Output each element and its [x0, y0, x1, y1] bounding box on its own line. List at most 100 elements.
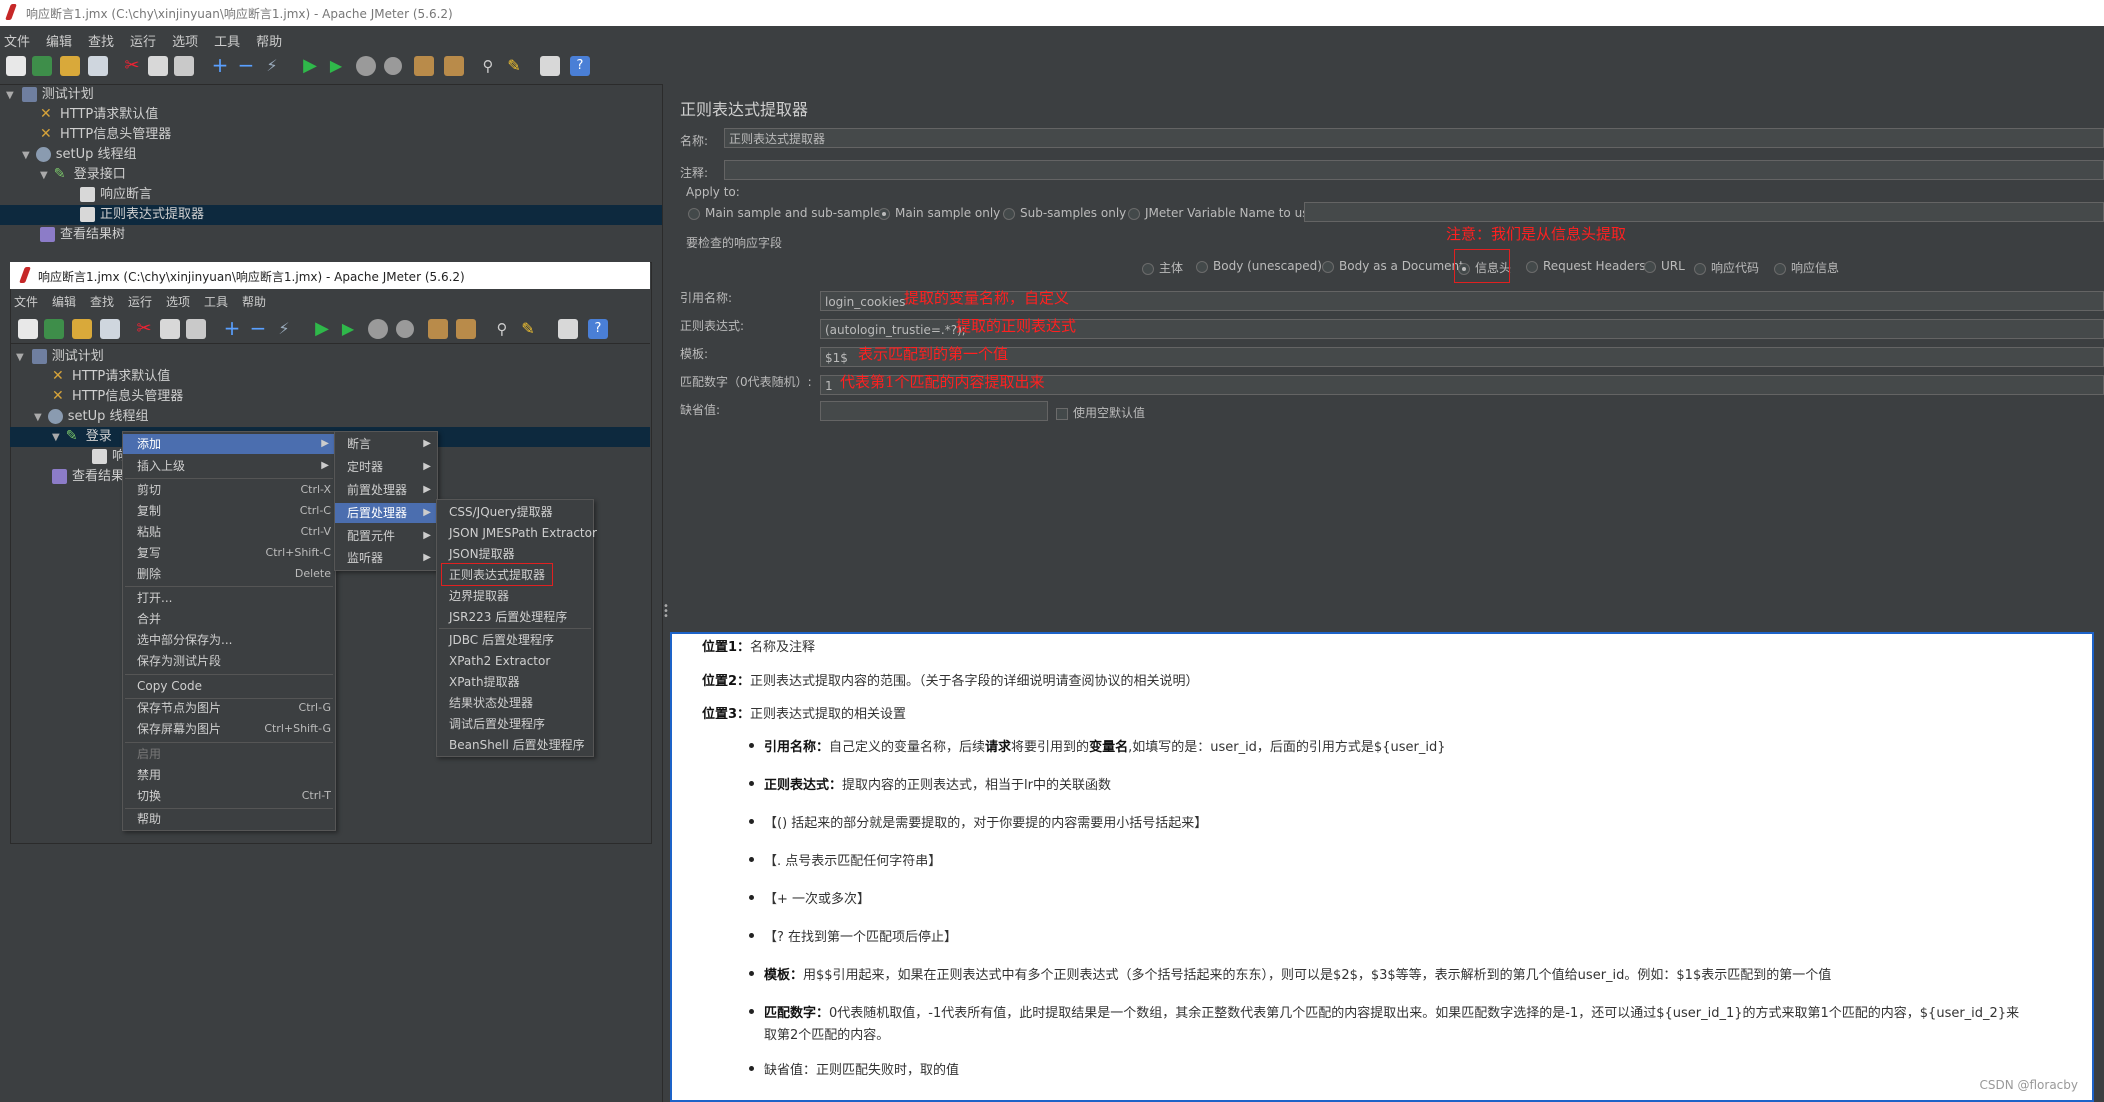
menu-item-toggle[interactable]: 切换 Ctrl-T: [123, 786, 335, 806]
overlay-menu-search[interactable]: 查找: [90, 293, 114, 310]
tree-item-test-plan[interactable]: ▼ 测试计划: [6, 85, 94, 105]
toggle-icon[interactable]: ⚡: [274, 319, 294, 339]
start-no-pause-icon[interactable]: ▶: [338, 319, 358, 339]
menu-search[interactable]: 查找: [88, 31, 114, 50]
menu-item-save-node-image[interactable]: 保存节点为图片 Ctrl-G: [123, 698, 335, 718]
radio-main-and-sub[interactable]: Main sample and sub-samples: [688, 206, 887, 220]
clear-all-icon[interactable]: [456, 319, 476, 339]
menu-help[interactable]: 帮助: [256, 31, 282, 50]
start-icon[interactable]: ▶: [312, 319, 332, 339]
radio-sub-only[interactable]: Sub-samples only: [1003, 206, 1126, 220]
overlay-menu-edit[interactable]: 编辑: [52, 293, 76, 310]
function-helper-icon[interactable]: [540, 56, 560, 76]
menu-item-paste[interactable]: 粘贴 Ctrl-V: [123, 522, 335, 542]
overlay-tree-http-defaults[interactable]: ✕ HTTP请求默认值: [52, 367, 170, 387]
overlay-tree-results[interactable]: 查看结果: [52, 467, 124, 487]
cut-icon[interactable]: ✂: [134, 319, 154, 339]
shutdown-icon[interactable]: [384, 57, 402, 75]
menu-item-disable[interactable]: 禁用: [123, 765, 335, 785]
reset-search-icon[interactable]: ✎: [518, 319, 538, 339]
radio-request-headers[interactable]: Request Headers: [1526, 259, 1646, 273]
submenu-item-debug[interactable]: 调试后置处理程序: [449, 714, 545, 734]
collapse-icon[interactable]: −: [236, 55, 256, 76]
radio-response-message[interactable]: 响应信息: [1774, 259, 1839, 276]
copy-icon[interactable]: [148, 56, 168, 76]
radio-url[interactable]: URL: [1644, 259, 1685, 273]
clear-icon[interactable]: [414, 56, 434, 76]
radio-body-unescaped[interactable]: Body (unescaped): [1196, 259, 1322, 273]
submenu-item-jdbc[interactable]: JDBC 后置处理程序: [449, 630, 554, 650]
save-icon[interactable]: [100, 319, 120, 339]
default-value-input[interactable]: [820, 401, 1048, 421]
tree-item-response-assertion[interactable]: 响应断言: [80, 185, 152, 205]
radio-jmeter-variable[interactable]: JMeter Variable Name to use: [1128, 206, 1316, 220]
tree-item-http-defaults[interactable]: ✕ HTTP请求默认值: [40, 105, 158, 125]
search-icon[interactable]: ⚲: [478, 56, 498, 76]
toggle-icon[interactable]: ⚡: [262, 56, 282, 76]
use-empty-default-checkbox[interactable]: 使用空默认值: [1056, 404, 1145, 421]
tree-item-header-manager[interactable]: ✕ HTTP信息头管理器: [40, 125, 171, 145]
stop-icon[interactable]: [368, 319, 388, 339]
save-icon[interactable]: [88, 56, 108, 76]
new-icon[interactable]: [18, 319, 38, 339]
clear-all-icon[interactable]: [444, 56, 464, 76]
overlay-tree-assertion[interactable]: 响: [92, 447, 125, 467]
tree-item-setup-thread-group[interactable]: ▼ setUp 线程组: [22, 145, 136, 165]
open-icon[interactable]: [60, 56, 80, 76]
overlay-menu-run[interactable]: 运行: [128, 293, 152, 310]
name-input[interactable]: 正则表达式提取器: [724, 128, 2104, 148]
stop-icon[interactable]: [356, 56, 376, 76]
submenu-item-assertion[interactable]: 断言 ▶: [335, 434, 437, 454]
menu-item-save-screen-image[interactable]: 保存屏幕为图片 Ctrl+Shift-G: [123, 719, 335, 739]
radio-body[interactable]: 主体: [1142, 259, 1183, 276]
submenu-item-css-jquery[interactable]: CSS/JQuery提取器: [449, 502, 553, 522]
new-icon[interactable]: [6, 56, 26, 76]
menu-edit[interactable]: 编辑: [46, 31, 72, 50]
reset-search-icon[interactable]: ✎: [504, 56, 524, 76]
menu-item-save-selection[interactable]: 选中部分保存为...: [123, 630, 335, 650]
tree-item-regex-extractor[interactable]: 正则表达式提取器: [0, 205, 662, 225]
submenu-item-beanshell[interactable]: BeanShell 后置处理程序: [449, 735, 585, 755]
menu-item-help[interactable]: 帮助: [123, 809, 335, 829]
tree-item-login[interactable]: ▼ ✎ 登录接口: [40, 165, 126, 185]
jmeter-variable-input[interactable]: [1304, 202, 2104, 222]
menu-item-duplicate[interactable]: 复写 Ctrl+Shift-C: [123, 543, 335, 563]
menu-item-open[interactable]: 打开...: [123, 588, 335, 608]
expand-icon[interactable]: +: [222, 318, 242, 339]
menu-item-add[interactable]: 添加 ▶: [123, 434, 335, 454]
menu-item-insert-parent[interactable]: 插入上级 ▶: [123, 456, 335, 476]
templates-icon[interactable]: [44, 319, 64, 339]
comment-input[interactable]: [724, 160, 2104, 180]
shutdown-icon[interactable]: [396, 320, 414, 338]
submenu-item-preprocessor[interactable]: 前置处理器 ▶: [335, 480, 437, 500]
paste-icon[interactable]: [186, 319, 206, 339]
overlay-menu-options[interactable]: 选项: [166, 293, 190, 310]
menu-item-cut[interactable]: 剪切 Ctrl-X: [123, 480, 335, 500]
submenu-item-boundary[interactable]: 边界提取器: [449, 586, 509, 606]
search-icon[interactable]: ⚲: [492, 319, 512, 339]
open-icon[interactable]: [72, 319, 92, 339]
menu-item-copy[interactable]: 复制 Ctrl-C: [123, 501, 335, 521]
help-icon[interactable]: ?: [570, 56, 590, 76]
start-no-pause-icon[interactable]: ▶: [326, 56, 346, 76]
submenu-item-xpath[interactable]: XPath提取器: [449, 672, 520, 692]
overlay-tree-setup-thread-group[interactable]: ▼ setUp 线程组: [34, 407, 148, 427]
submenu-item-json[interactable]: JSON提取器: [449, 544, 515, 564]
menu-options[interactable]: 选项: [172, 31, 198, 50]
menu-item-copy-code[interactable]: Copy Code: [123, 676, 335, 696]
template-input[interactable]: $1$: [820, 347, 2104, 367]
submenu-item-jmespath[interactable]: JSON JMESPath Extractor: [449, 523, 597, 543]
submenu-item-timer[interactable]: 定时器 ▶: [335, 457, 437, 477]
overlay-tree-header-manager[interactable]: ✕ HTTP信息头管理器: [52, 387, 183, 407]
templates-icon[interactable]: [32, 56, 52, 76]
submenu-item-postprocessor[interactable]: 后置处理器 ▶: [335, 503, 437, 523]
overlay-tree-test-plan[interactable]: ▼ 测试计划: [16, 347, 104, 367]
copy-icon[interactable]: [160, 319, 180, 339]
menu-item-merge[interactable]: 合并: [123, 609, 335, 629]
expand-icon[interactable]: +: [210, 55, 230, 76]
paste-icon[interactable]: [174, 56, 194, 76]
overlay-menu-tools[interactable]: 工具: [204, 293, 228, 310]
collapse-icon[interactable]: −: [248, 318, 268, 339]
menu-item-save-fragment[interactable]: 保存为测试片段: [123, 651, 335, 671]
radio-main-only[interactable]: Main sample only: [878, 206, 1000, 220]
